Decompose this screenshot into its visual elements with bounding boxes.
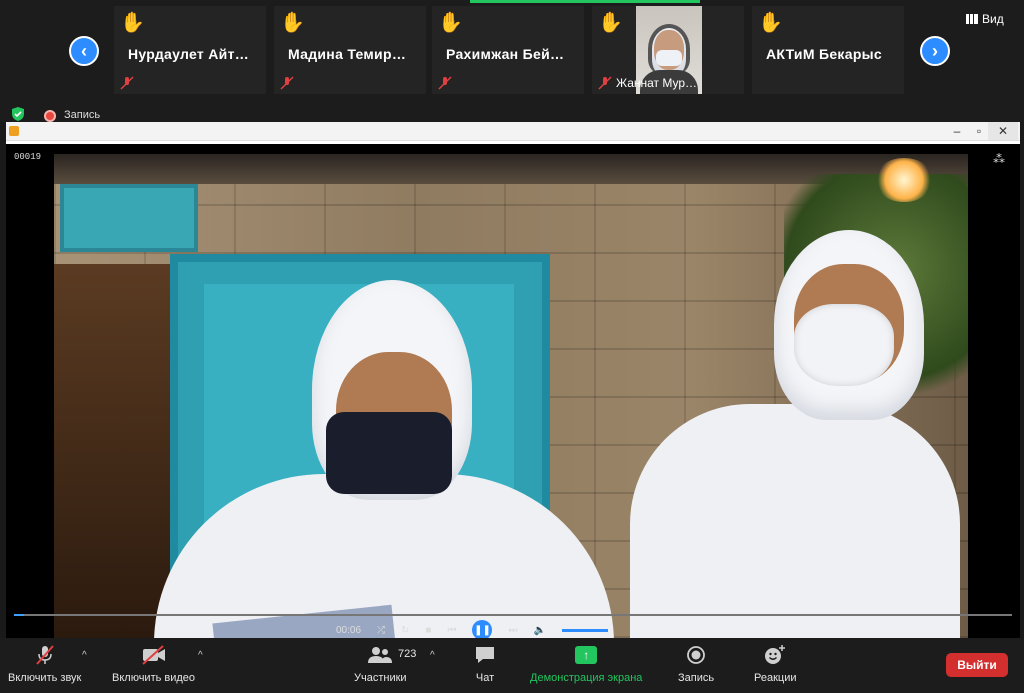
seek-progress	[14, 614, 24, 616]
recording-bar	[0, 100, 1024, 122]
repeat-icon[interactable]: ↻	[401, 625, 409, 636]
shared-media-player: – ▫ ✕ 00019 ⁂ 00:06 ⤮ ↻ ■ ⏮ ❚❚ ⏭ 🔈	[6, 122, 1020, 640]
security-shield-icon[interactable]	[10, 106, 26, 122]
share-screen-label: Демонстрация экрана	[530, 672, 643, 684]
view-label: Вид	[982, 12, 1004, 26]
participant-tile[interactable]: ✋ АКТиМ Бекарыс	[752, 6, 904, 94]
participant-name: Нурдаулет Айт…	[128, 46, 250, 62]
chevron-right-icon: ›	[932, 40, 938, 61]
chat-label: Чат	[475, 672, 495, 684]
participant-tile[interactable]: ✋ Рахимжан Бей…	[432, 6, 584, 94]
recording-label: Запись	[64, 109, 101, 121]
raised-hand-icon: ✋	[598, 12, 623, 34]
record-label: Запись	[678, 672, 715, 684]
close-button[interactable]: ✕	[988, 122, 1018, 140]
share-screen-icon-wrap: ↑	[575, 642, 598, 668]
view-button[interactable]: Вид	[966, 12, 1004, 26]
unmute-button[interactable]: Включить звук	[8, 642, 81, 684]
video-off-icon	[141, 642, 167, 668]
record-icon	[685, 642, 707, 668]
chevron-left-icon: ‹	[81, 40, 87, 61]
participant-name: Жаннат Мур…	[616, 76, 698, 90]
raised-hand-icon: ✋	[758, 12, 783, 34]
shuffle-icon[interactable]: ⤮	[377, 625, 385, 636]
participants-count: 723	[398, 648, 417, 660]
reactions-button[interactable]: Реакции	[754, 642, 797, 684]
reactions-label: Реакции	[754, 672, 797, 684]
participant-name: АКТиМ Бекарыс	[766, 46, 883, 62]
participants-label: Участники	[354, 672, 407, 684]
stop-icon[interactable]: ■	[425, 625, 431, 636]
participants-icon	[366, 642, 394, 668]
start-video-label: Включить видео	[112, 672, 196, 684]
volume-icon[interactable]: 🔈	[533, 625, 545, 636]
participants-options-caret[interactable]: ^	[430, 650, 435, 661]
recording-dot-icon	[44, 110, 56, 122]
unmute-label: Включить звук	[8, 672, 82, 684]
chat-icon	[474, 642, 496, 668]
grid-view-icon	[966, 14, 978, 24]
next-icon[interactable]: ⏭	[508, 625, 517, 636]
raised-hand-icon: ✋	[438, 12, 463, 34]
current-time: 00:06	[336, 624, 362, 636]
participant-strip: ‹ ✋ Нурдаулет Айт… ✋ Мадина Темир… ✋ Рах…	[0, 0, 1024, 100]
audio-options-caret[interactable]: ^	[82, 650, 87, 661]
player-controls: 00:06 ⤮ ↻ ■ ⏮ ❚❚ ⏭ 🔈	[336, 620, 608, 640]
muted-mic-icon	[34, 642, 56, 668]
close-icon: ✕	[997, 124, 1009, 138]
participant-name: Мадина Темир…	[288, 46, 407, 62]
frame-counter: 00019	[14, 152, 42, 162]
volume-slider[interactable]	[561, 628, 608, 632]
muted-mic-icon	[280, 76, 294, 90]
player-titlebar: – ▫ ✕	[6, 122, 1020, 141]
prev-page-button[interactable]: ‹	[69, 36, 99, 66]
record-button[interactable]: Запись	[678, 642, 714, 684]
layout-toggle-icon[interactable]: ⁂	[993, 152, 1005, 166]
leave-meeting-button[interactable]: Выйти	[946, 653, 1008, 677]
pause-button[interactable]: ❚❚	[472, 620, 493, 640]
video-frame	[54, 154, 968, 638]
next-page-button[interactable]: ›	[920, 36, 950, 66]
pause-icon: ❚❚	[474, 624, 491, 636]
active-speaker-bar	[470, 0, 700, 3]
video-area[interactable]: 00019 ⁂	[6, 144, 1020, 638]
start-video-button[interactable]: Включить видео	[112, 642, 195, 684]
previous-icon[interactable]: ⏮	[447, 625, 456, 636]
raised-hand-icon: ✋	[120, 12, 145, 34]
meeting-toolbar: Включить звук ^ Включить видео ^ Участни…	[0, 638, 1024, 693]
muted-mic-icon	[120, 76, 134, 90]
participant-tile-video[interactable]: ✋ Жаннат Мур…	[592, 6, 744, 94]
participant-tile[interactable]: ✋ Мадина Темир…	[274, 6, 426, 94]
participant-name: Рахимжан Бей…	[446, 46, 565, 62]
share-screen-button[interactable]: ↑ Демонстрация экрана	[530, 642, 642, 684]
participant-name-wrap: Жаннат Мур…	[598, 76, 697, 90]
reactions-icon	[763, 642, 787, 668]
seek-bar[interactable]	[14, 614, 1012, 616]
raised-hand-icon: ✋	[280, 12, 305, 34]
video-options-caret[interactable]: ^	[198, 650, 203, 661]
muted-mic-icon	[438, 76, 452, 90]
player-app-icon	[9, 126, 19, 136]
participant-tile[interactable]: ✋ Нурдаулет Айт…	[114, 6, 266, 94]
chat-button[interactable]: Чат	[474, 642, 496, 684]
share-screen-icon: ↑	[575, 646, 598, 664]
